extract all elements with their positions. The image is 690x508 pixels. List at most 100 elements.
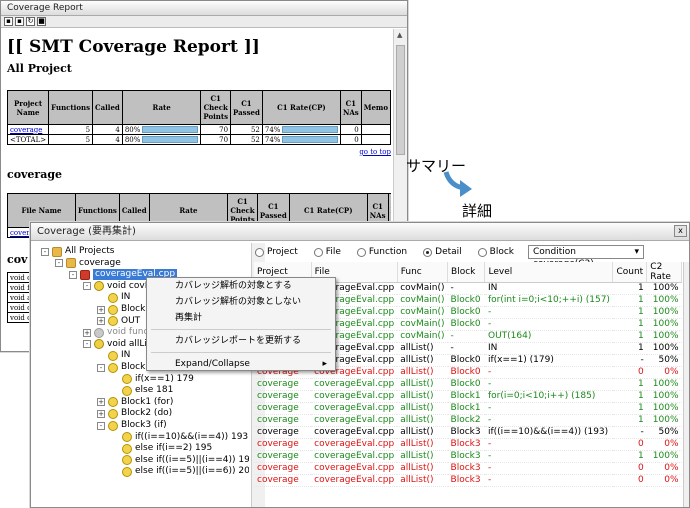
expander-icon[interactable]: + — [97, 409, 105, 418]
c1-rate-cell: 74% — [261, 124, 341, 135]
grid-cell: IN — [484, 342, 613, 355]
grid-column-header[interactable]: Count — [612, 262, 648, 283]
expander-icon[interactable]: + — [97, 317, 105, 326]
c1-rate-bar — [282, 126, 338, 133]
grid-cell: coverageEval.cpp — [311, 390, 398, 403]
grid-row[interactable]: coverage coverageEval.cpp allList() Block3-… — [254, 462, 682, 475]
tree-node[interactable]: if((i==10)&&(i==4)) 193 — [111, 432, 248, 443]
blk-icon — [108, 304, 118, 315]
tree-node[interactable]: if(x==1) 179 — [111, 374, 194, 385]
radio-button-icon[interactable] — [423, 247, 433, 257]
tree-node[interactable]: - Block0 — [97, 362, 151, 373]
stop-icon[interactable]: ■ — [37, 17, 46, 26]
radio-button-icon[interactable] — [477, 247, 487, 257]
grid-row[interactable]: coverage coverageEval.cpp allList() Block3 i… — [254, 426, 682, 439]
tree-node[interactable]: + Block2 (do) — [97, 408, 172, 419]
radio-button-icon[interactable] — [356, 247, 366, 257]
name-link[interactable]: coverage — [10, 126, 42, 134]
radio-project[interactable]: Project — [255, 247, 298, 257]
project-summary-table: Project Name Functions Called Rate C1 Check … — [6, 90, 391, 145]
tree-node[interactable]: - void allList — [83, 339, 155, 350]
column-header: Memo — [360, 90, 391, 125]
tree-node[interactable]: else if((i==5)||(i==4)) 198 — [111, 455, 249, 466]
grid-column-header[interactable]: Level — [484, 262, 614, 283]
grid-column-header[interactable]: C2 Rate — [646, 262, 682, 283]
grid-cell: - — [447, 342, 485, 355]
tree-node[interactable]: - Block3 (if) — [97, 420, 167, 431]
expander-icon[interactable]: - — [55, 259, 63, 268]
menu-item-update-report[interactable]: カバレッジレポートを更新する — [147, 333, 335, 349]
report-scroll-thumb[interactable] — [396, 45, 405, 155]
tree-node[interactable]: IN — [97, 350, 130, 361]
grid-cell: - — [484, 402, 613, 415]
radio-button-icon[interactable] — [313, 247, 323, 257]
expander-icon[interactable]: + — [97, 398, 105, 407]
tree-node[interactable]: + void funcC — [83, 327, 155, 338]
expander-icon[interactable]: + — [97, 305, 105, 314]
refresh-icon[interactable]: ↻ — [26, 17, 35, 26]
grid-row[interactable]: coverage coverageEval.cpp allList() Block0-… — [254, 378, 682, 391]
grid-cell: - — [484, 318, 613, 331]
radio-detail[interactable]: Detail — [423, 247, 462, 257]
tree-node-label: All Projects — [65, 246, 115, 256]
expander-icon[interactable]: - — [83, 282, 91, 291]
save-icon[interactable]: ▪ — [4, 17, 13, 26]
grid-cell: 100% — [646, 450, 682, 463]
submenu-arrow-icon: ▸ — [322, 359, 327, 369]
functions-cell: 5 — [48, 134, 94, 145]
report-title: [[ SMT Coverage Report ]] — [7, 37, 260, 57]
grid-cell: allList() — [397, 366, 448, 379]
tree-node[interactable]: - All Projects — [41, 246, 115, 257]
tree-node[interactable]: - void covM — [83, 281, 152, 292]
radio-label: Project — [267, 247, 298, 257]
close-icon[interactable]: x — [674, 225, 687, 237]
expander-icon[interactable]: - — [97, 421, 105, 430]
grid-row[interactable]: coverage coverageEval.cpp allList() Block3-… — [254, 450, 682, 463]
tree-node[interactable]: IN — [97, 292, 130, 303]
expander-icon[interactable]: - — [41, 247, 49, 256]
grid-cell: Block3 — [447, 462, 485, 475]
menu-item-exclude-analysis[interactable]: カバレッジ解析の対象としない — [147, 294, 335, 310]
grid-row[interactable]: coverage coverageEval.cpp allList() Block3-… — [254, 474, 682, 487]
grid-row[interactable]: coverage coverageEval.cpp allList() Block1-… — [254, 402, 682, 415]
c1-rate-bar — [282, 136, 338, 143]
coverage-type-value: Condition coverage(C2) — [533, 247, 594, 269]
tree-node[interactable]: + Block1 (for) — [97, 397, 173, 408]
tree-node[interactable]: else if((i==5)||(i==6)) 201 — [111, 466, 249, 477]
tree-node[interactable]: else 181 — [111, 385, 173, 396]
tree-node-label: if(x==1) 179 — [135, 373, 194, 384]
expander-icon[interactable]: - — [83, 340, 91, 349]
radio-button-icon[interactable] — [255, 247, 264, 257]
grid-scrollbar[interactable] — [683, 262, 689, 507]
grid-cell: 1 — [612, 294, 647, 307]
grid-cell: allList() — [397, 474, 448, 487]
tree-node[interactable]: else if(i==2) 195 — [111, 443, 212, 454]
menu-item-expand-collapse[interactable]: Expand/Collapse ▸ — [147, 356, 335, 372]
grid-row[interactable]: coverage coverageEval.cpp allList() Block2-… — [254, 414, 682, 427]
grid-cell: 1 — [612, 414, 647, 427]
grid-row[interactable]: coverage coverageEval.cpp allList() Block1 f… — [254, 390, 682, 403]
radio-function[interactable]: Function — [356, 247, 407, 257]
grid-row[interactable]: coverage coverageEval.cpp allList() Block3-… — [254, 438, 682, 451]
grid-cell: 50% — [646, 426, 682, 439]
tree-node[interactable]: - coverage — [55, 258, 121, 269]
menu-item-include-analysis[interactable]: カバレッジ解析の対象とする — [147, 278, 335, 294]
grid-column-header[interactable]: Func — [397, 262, 449, 283]
grid-cell: 0 — [612, 438, 647, 451]
go-to-top-link-1[interactable]: go to top — [5, 148, 391, 156]
column-header: Functions — [48, 90, 94, 125]
radio-block[interactable]: Block — [477, 247, 514, 257]
grid-cell: IN — [484, 282, 613, 295]
grid-column-header[interactable]: Block — [447, 262, 486, 283]
rate-cell: 80% — [121, 124, 202, 135]
expander-icon[interactable]: - — [69, 270, 77, 279]
expander-icon[interactable]: - — [97, 363, 105, 372]
coverage-type-select[interactable]: Condition coverage(C2) ▾ — [528, 245, 644, 269]
radio-file[interactable]: File — [313, 247, 341, 257]
menu-item-recalculate[interactable]: 再集計 — [147, 310, 335, 326]
print-icon[interactable]: ▪ — [15, 17, 24, 26]
tree-node[interactable]: + Block0 — [97, 304, 151, 315]
report-title-bar: Coverage Report — [1, 1, 407, 16]
expander-icon[interactable]: + — [83, 328, 91, 337]
tree-node[interactable]: + OUT — [97, 316, 140, 327]
